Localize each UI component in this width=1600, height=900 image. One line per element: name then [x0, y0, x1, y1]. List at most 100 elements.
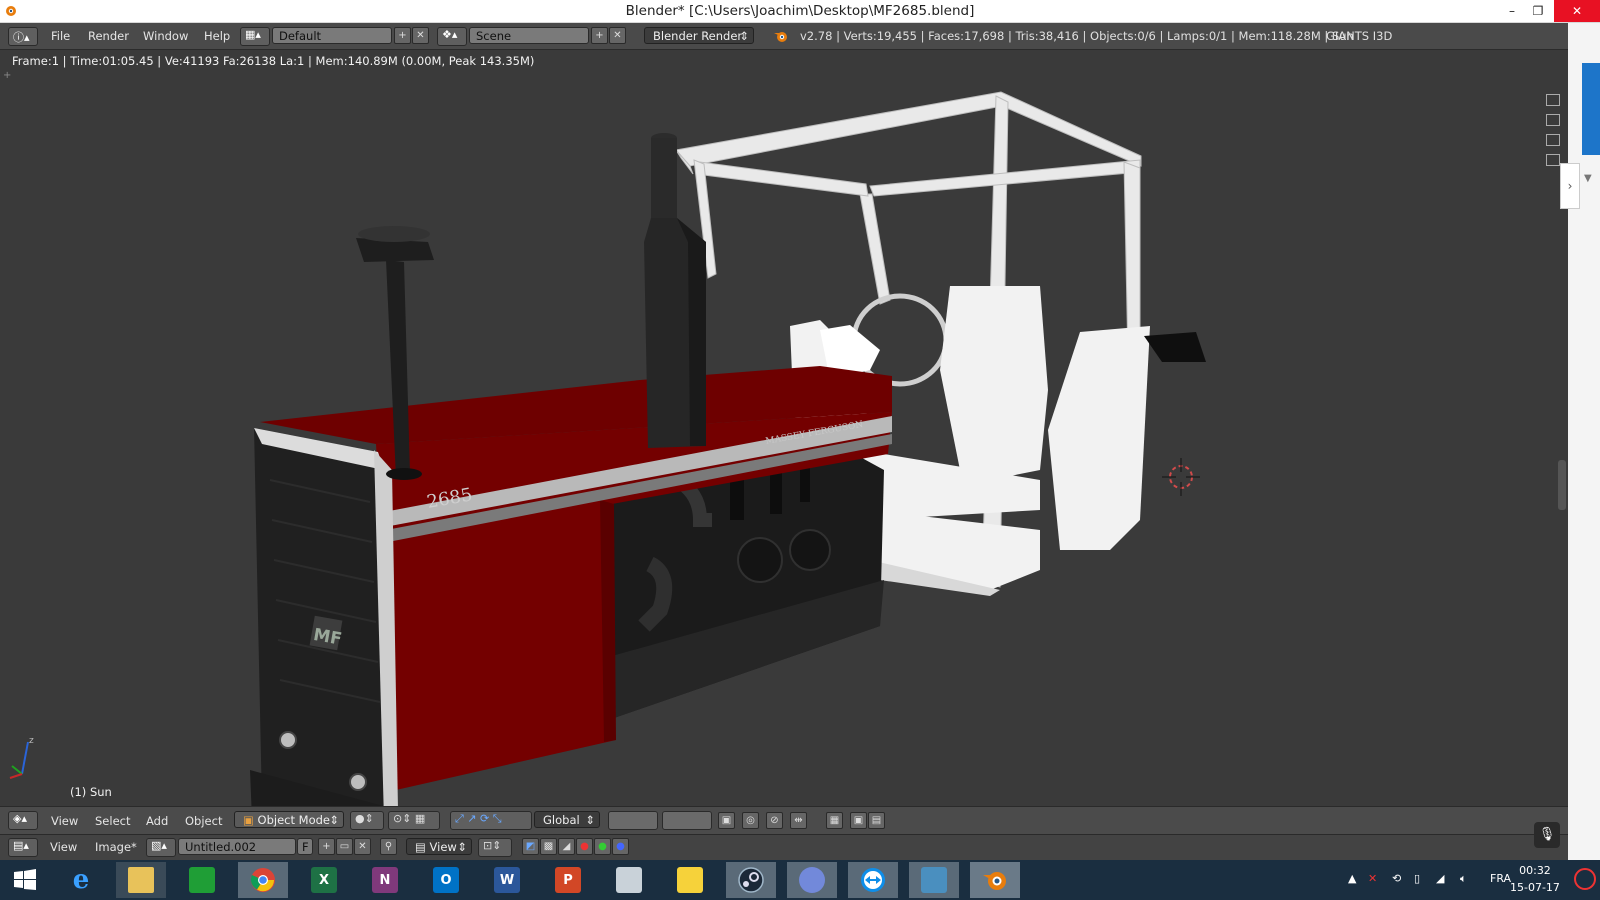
close-button[interactable]: ✕: [1554, 0, 1600, 22]
interaction-mode-dropdown[interactable]: ▣ Object Mode ⇕: [234, 811, 344, 828]
tray-sync-icon[interactable]: ⟲: [1392, 872, 1401, 885]
taskbar-teamviewer[interactable]: [848, 862, 898, 898]
active-object-label: (1) Sun: [70, 785, 112, 799]
mic-overlay-button[interactable]: 🎙︎: [1534, 822, 1560, 848]
dropdown-arrow-icon: ⇕: [329, 813, 339, 827]
start-button[interactable]: [0, 862, 50, 898]
opengl-anim-icon[interactable]: ▣: [850, 812, 867, 829]
z-buffer-icon[interactable]: ◢: [558, 838, 575, 855]
layer-buttons-2[interactable]: [662, 811, 712, 830]
menu-window[interactable]: Window: [143, 29, 188, 43]
side-blue-tab[interactable]: [1582, 63, 1600, 155]
word-icon: W: [494, 867, 520, 893]
menu-image-view[interactable]: View: [50, 840, 77, 854]
scene-name-field[interactable]: Scene: [469, 27, 589, 44]
scrollbar-handle[interactable]: [1558, 460, 1566, 510]
remove-scene-icon[interactable]: ✕: [609, 27, 626, 44]
fake-user-button[interactable]: F: [297, 838, 313, 855]
menu-object[interactable]: Object: [185, 814, 222, 828]
proportional-edit-icon[interactable]: ◎: [742, 812, 759, 829]
restore-button[interactable]: ❐: [1523, 0, 1553, 22]
editor-type-button[interactable]: ⓘ▴: [8, 27, 38, 46]
camera-icon[interactable]: [1546, 94, 1560, 106]
taskbar-file-explorer[interactable]: [116, 862, 166, 898]
scene-browse-button[interactable]: ❖▴: [437, 27, 467, 46]
taskbar-powerpoint[interactable]: P: [543, 862, 593, 898]
menu-add[interactable]: Add: [146, 814, 168, 828]
pin-image-icon[interactable]: ⚲: [380, 838, 397, 855]
tray-wifi-icon[interactable]: ◢: [1436, 872, 1444, 885]
opengl-render-icon[interactable]: ▦: [826, 812, 843, 829]
tray-language[interactable]: FRA: [1490, 872, 1511, 885]
taskbar-excel[interactable]: X: [299, 862, 349, 898]
green-channel-icon[interactable]: ●: [594, 838, 611, 855]
side-dropdown-icon[interactable]: ▼: [1584, 173, 1592, 184]
image-name-field[interactable]: Untitled.002: [178, 838, 296, 855]
channels-icon[interactable]: ◩: [522, 838, 539, 855]
layer-buttons-1[interactable]: [608, 811, 658, 830]
layout-name-field[interactable]: Default: [272, 27, 392, 44]
taskbar-discord[interactable]: [787, 862, 837, 898]
snap-element-icon[interactable]: ⇹: [790, 812, 807, 829]
new-image-icon[interactable]: +: [318, 838, 335, 855]
taskbar-internet-explorer[interactable]: e: [56, 862, 106, 898]
axis-z-label: z: [29, 736, 34, 746]
camera-icon-3[interactable]: [1546, 134, 1560, 146]
taskbar-chrome[interactable]: [238, 862, 288, 898]
lock-layers-icon[interactable]: ▣: [718, 812, 735, 829]
expand-chevron-icon[interactable]: ›: [1560, 163, 1580, 209]
taskbar-photos[interactable]: [604, 862, 654, 898]
taskbar-word[interactable]: W: [482, 862, 532, 898]
3d-viewport[interactable]: 2685 MASSEY FERGUSON MF z Frame:1 | Time…: [0, 50, 1568, 806]
taskbar-store[interactable]: [177, 862, 227, 898]
menu-help[interactable]: Help: [204, 29, 230, 43]
viewport-shading-button[interactable]: ●⇕: [350, 811, 384, 830]
open-image-icon[interactable]: ▭: [336, 838, 353, 855]
dropdown-arrow-icon: ⇕: [457, 840, 467, 854]
tray-notifications-icon[interactable]: [1574, 868, 1596, 890]
manipulator-buttons[interactable]: ⤢ ↗ ⟳ ⤡: [450, 811, 532, 830]
render-engine-dropdown[interactable]: Blender Render ⇕: [644, 27, 754, 44]
layout-browse-button[interactable]: ▦▴: [240, 27, 270, 46]
render-camera-icon[interactable]: ▤: [868, 812, 885, 829]
camera-icon-2[interactable]: [1546, 114, 1560, 126]
menu-select[interactable]: Select: [95, 814, 130, 828]
taskbar-steam[interactable]: [726, 862, 776, 898]
chrome-icon: [250, 868, 275, 892]
taskbar-image-viewer[interactable]: [909, 862, 959, 898]
taskbar-outlook[interactable]: O: [421, 862, 471, 898]
transform-orientation-dropdown[interactable]: Global ⇕: [534, 811, 600, 828]
menu-file[interactable]: File: [51, 29, 70, 43]
camera-icon-4[interactable]: [1546, 154, 1560, 166]
snap-icon[interactable]: ⊘: [766, 812, 783, 829]
layout-icon: ▦▴: [245, 28, 261, 41]
tray-expand-icon[interactable]: ▲: [1348, 872, 1356, 885]
image-browse-button[interactable]: ▧▴: [146, 838, 176, 857]
blender-icon: [983, 872, 1006, 890]
menu-image[interactable]: Image*: [95, 840, 137, 854]
alpha-icon[interactable]: ▩: [540, 838, 557, 855]
pivot-snap-buttons[interactable]: ⊙⇕ ▦: [388, 811, 440, 830]
view-mode-icon: ▤: [415, 840, 430, 854]
add-scene-icon[interactable]: +: [591, 27, 608, 44]
pivot-dropdown[interactable]: ⊡⇕: [478, 838, 512, 857]
3d-editor-type-button[interactable]: ◈▴: [8, 811, 38, 830]
menu-render[interactable]: Render: [88, 29, 129, 43]
image-mode-dropdown[interactable]: ▤ View ⇕: [406, 838, 472, 855]
add-layout-icon[interactable]: +: [394, 27, 411, 44]
unlink-image-icon[interactable]: ✕: [354, 838, 371, 855]
discord-icon: [799, 867, 825, 893]
taskbar-sticky[interactable]: [665, 862, 715, 898]
taskbar-blender[interactable]: [970, 862, 1020, 898]
taskbar-onenote[interactable]: N: [360, 862, 410, 898]
remove-layout-icon[interactable]: ✕: [412, 27, 429, 44]
blue-channel-icon[interactable]: ●: [612, 838, 629, 855]
tray-clock[interactable]: 00:32 15-07-17: [1510, 862, 1560, 896]
tray-network-warning-icon[interactable]: ✕: [1368, 872, 1377, 885]
region-plus-icon[interactable]: +: [3, 70, 11, 81]
tray-battery-icon[interactable]: ▯: [1414, 872, 1420, 885]
menu-view[interactable]: View: [51, 814, 78, 828]
image-editor-type-button[interactable]: ▤▴: [8, 838, 38, 857]
red-channel-icon[interactable]: ●: [576, 838, 593, 855]
tray-volume-icon[interactable]: 🔈︎: [1460, 872, 1467, 886]
